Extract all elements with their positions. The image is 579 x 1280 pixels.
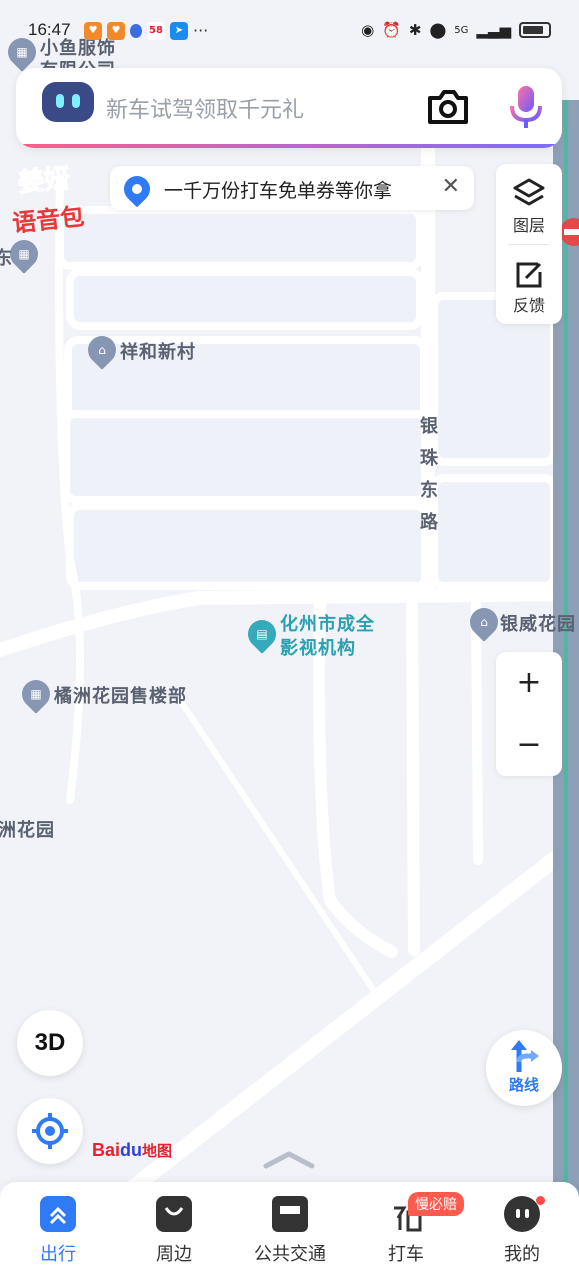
map-label-yinwei[interactable]: 银威花园 — [500, 610, 576, 636]
nav-label: 我的 — [504, 1244, 540, 1265]
bottom-navigation: 出行 周边 公共交通 打车 我的 — [0, 1182, 579, 1280]
route-label: 路线 — [508, 1076, 539, 1094]
map-label-xianghe[interactable]: 祥和新村 — [120, 338, 196, 364]
promo-banner[interactable]: 一千万份打车免单券等你拿 ✕ — [110, 166, 474, 210]
feedback-label: 反馈 — [512, 296, 545, 315]
route-button[interactable]: 路线 — [486, 1030, 562, 1106]
nav-label: 公共交通 — [254, 1244, 326, 1265]
nav-item-nearby[interactable]: 周边 — [126, 1196, 222, 1276]
eye-icon: ◉ — [361, 21, 375, 39]
promo-text[interactable]: 一千万份打车免单券等你拿 — [164, 176, 392, 203]
nav-item-mine[interactable]: 我的 — [474, 1196, 570, 1276]
close-icon[interactable]: ✕ — [442, 174, 460, 199]
battery-icon — [519, 22, 551, 38]
microphone-icon[interactable] — [506, 84, 546, 130]
nav-label: 周边 — [156, 1244, 192, 1265]
map-label-cinema[interactable]: 化州市成全 — [280, 610, 375, 636]
travel-icon — [40, 1196, 76, 1232]
map-label-cinema[interactable]: 影视机构 — [280, 634, 356, 660]
route-arrow-icon — [511, 1040, 539, 1072]
nav-label: 出行 — [40, 1244, 76, 1265]
zoom-out-button[interactable]: − — [496, 714, 562, 776]
more-notifications-icon: ··· — [193, 21, 209, 40]
locate-button[interactable] — [17, 1098, 83, 1164]
3d-toggle-button[interactable]: 3D — [17, 1010, 83, 1076]
zoom-in-button[interactable]: + — [496, 652, 562, 714]
assistant-robot-icon[interactable] — [42, 82, 94, 122]
voice-pack-label: 语音包 — [10, 202, 86, 238]
status-time: 16:47 — [28, 20, 71, 39]
search-bar[interactable]: 新车试驾领取千元礼 — [16, 68, 562, 148]
edit-icon — [516, 262, 542, 288]
nav-item-transit[interactable]: 公共交通 — [242, 1196, 338, 1276]
system-icons: ◉ ⏰ ✱ ⬤ 5G ▂▃▅ — [361, 21, 551, 39]
bluetooth-icon: ✱ — [408, 21, 422, 39]
feedback-button[interactable]: 反馈 — [496, 244, 562, 324]
notification-dot — [536, 1196, 545, 1205]
map-label-juzhou-garden[interactable]: 洲花园 — [0, 816, 55, 842]
shield-icon — [130, 24, 142, 38]
zoom-control: + − — [496, 652, 562, 776]
bag-icon — [156, 1196, 192, 1232]
map-label-poi[interactable]: 东 — [0, 244, 13, 270]
profile-robot-icon — [504, 1196, 540, 1232]
taxi-promo-badge: 慢必赔 — [408, 1192, 464, 1216]
status-bar: 16:47 ♥ ♥ 58 ➤ ··· ◉ ⏰ ✱ ⬤ 5G ▂▃▅ — [0, 0, 579, 62]
app-58-icon: 58 — [147, 22, 165, 40]
crosshair-icon — [32, 1113, 68, 1149]
layers-icon — [513, 178, 545, 206]
chevron-up-icon[interactable] — [262, 1150, 316, 1170]
nav-label: 打车 — [388, 1244, 424, 1265]
bus-stop-icon — [272, 1196, 308, 1232]
alarm-icon: ⏰ — [382, 21, 401, 39]
camera-icon[interactable] — [426, 86, 470, 126]
search-placeholder[interactable]: 新车试驾领取千元礼 — [106, 92, 304, 124]
voice-pack-name: 姜妍 — [16, 163, 72, 199]
network-type: 5G — [454, 24, 469, 36]
voice-pack-badge[interactable]: 姜妍 语音包 — [10, 160, 98, 242]
layers-button[interactable]: 图层 — [496, 164, 562, 244]
map-label-juzhou-sales[interactable]: 橘洲花园售楼部 — [54, 682, 187, 708]
baidu-map-logo: Baidu地图 — [92, 1140, 173, 1160]
app-notification-icon: ➤ — [170, 22, 188, 40]
location-icon: ⬤ — [429, 21, 447, 39]
notification-icons: ♥ ♥ 58 ➤ ··· — [84, 22, 208, 40]
layers-label: 图层 — [512, 216, 545, 235]
location-pin-icon — [118, 170, 156, 208]
signal-icon: ▂▃▅ — [476, 21, 511, 39]
app-notification-icon: ♥ — [107, 22, 125, 40]
road-label-yinzhu: 银 珠 东 路 — [420, 416, 439, 533]
map-tools-panel: 图层 反馈 — [496, 164, 562, 324]
nav-item-travel[interactable]: 出行 — [10, 1196, 106, 1276]
app-notification-icon: ♥ — [84, 22, 102, 40]
